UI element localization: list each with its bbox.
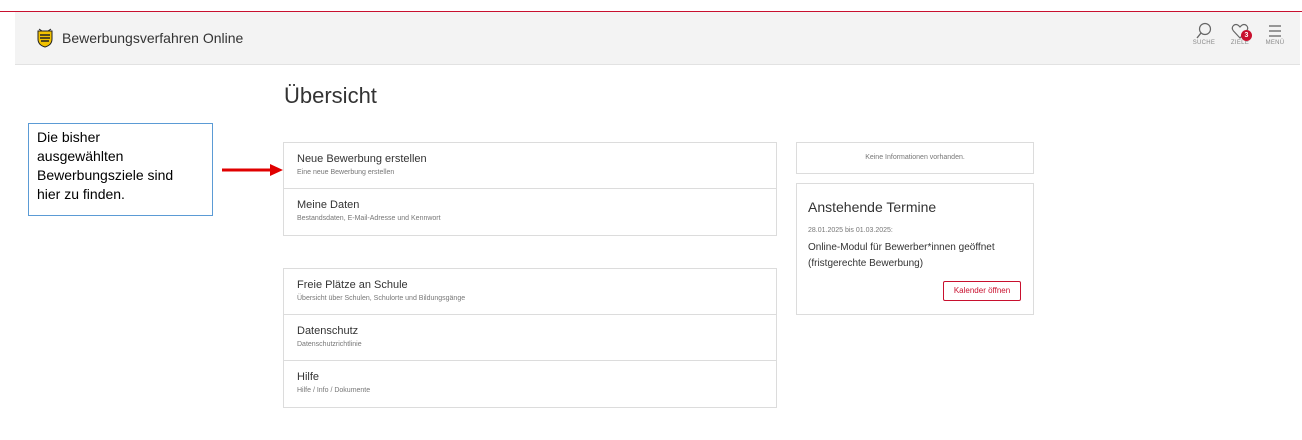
open-calendar-button[interactable]: Kalender öffnen — [943, 281, 1021, 301]
item-subtitle: Hilfe / Info / Dokumente — [297, 387, 371, 394]
list-item-neue-bewerbung[interactable]: Neue Bewerbung erstellen Eine neue Bewer… — [284, 143, 776, 189]
goals-count-badge: 3 — [1241, 30, 1252, 41]
event-description: Online-Modul für Bewerber*innen geöffnet… — [808, 242, 995, 269]
item-title: Meine Daten — [297, 199, 360, 211]
search-label: SUCHE — [1192, 40, 1216, 46]
annotation-callout: Die bisher ausgewählten Bewerbungsziele … — [28, 123, 213, 216]
item-subtitle: Übersicht über Schulen, Schulorte und Bi… — [297, 295, 466, 302]
menu-button[interactable]: MENÜ — [1259, 22, 1291, 46]
date-range: 28.01.2025 bis 01.03.2025: — [808, 227, 893, 234]
item-title: Neue Bewerbung erstellen — [297, 153, 427, 165]
item-subtitle: Eine neue Bewerbung erstellen — [297, 169, 395, 176]
hamburger-menu-icon — [1269, 25, 1281, 37]
red-arrow-icon — [222, 164, 283, 176]
goals-label: ZIELE — [1230, 40, 1250, 46]
list-item-meine-daten[interactable]: Meine Daten Bestandsdaten, E-Mail-Adress… — [284, 189, 776, 235]
list-item-freie-plaetze[interactable]: Freie Plätze an Schule Übersicht über Sc… — [284, 269, 776, 315]
list-item-hilfe[interactable]: Hilfe Hilfe / Info / Dokumente — [284, 361, 776, 407]
list-item-datenschutz[interactable]: Datenschutz Datenschutzrichtlinie — [284, 315, 776, 361]
item-title: Datenschutz — [297, 325, 359, 337]
goals-button[interactable]: 3 ZIELE — [1224, 22, 1256, 46]
item-title: Freie Plätze an Schule — [297, 279, 408, 291]
search-button[interactable]: SUCHE — [1188, 22, 1220, 46]
app-title[interactable]: Bewerbungsverfahren Online — [62, 30, 243, 46]
search-icon — [1196, 22, 1212, 39]
panel-title: Anstehende Termine — [808, 199, 937, 215]
menu-label: MENÜ — [1265, 40, 1285, 46]
upcoming-dates-panel: Anstehende Termine 28.01.2025 bis 01.03.… — [796, 183, 1034, 315]
item-subtitle: Datenschutzrichtlinie — [297, 341, 362, 348]
card-info-links: Freie Plätze an Schule Übersicht über Sc… — [283, 268, 777, 408]
card-main-actions: Neue Bewerbung erstellen Eine neue Bewer… — [283, 142, 777, 236]
item-title: Hilfe — [297, 371, 320, 383]
info-notice: Keine Informationen vorhanden. — [796, 142, 1034, 174]
page-title: Übersicht — [284, 83, 377, 108]
item-subtitle: Bestandsdaten, E-Mail-Adresse und Kennwo… — [297, 215, 441, 222]
coat-of-arms-logo[interactable] — [36, 28, 54, 48]
app-header: Bewerbungsverfahren Online SUCHE 3 ZIELE… — [15, 12, 1300, 65]
